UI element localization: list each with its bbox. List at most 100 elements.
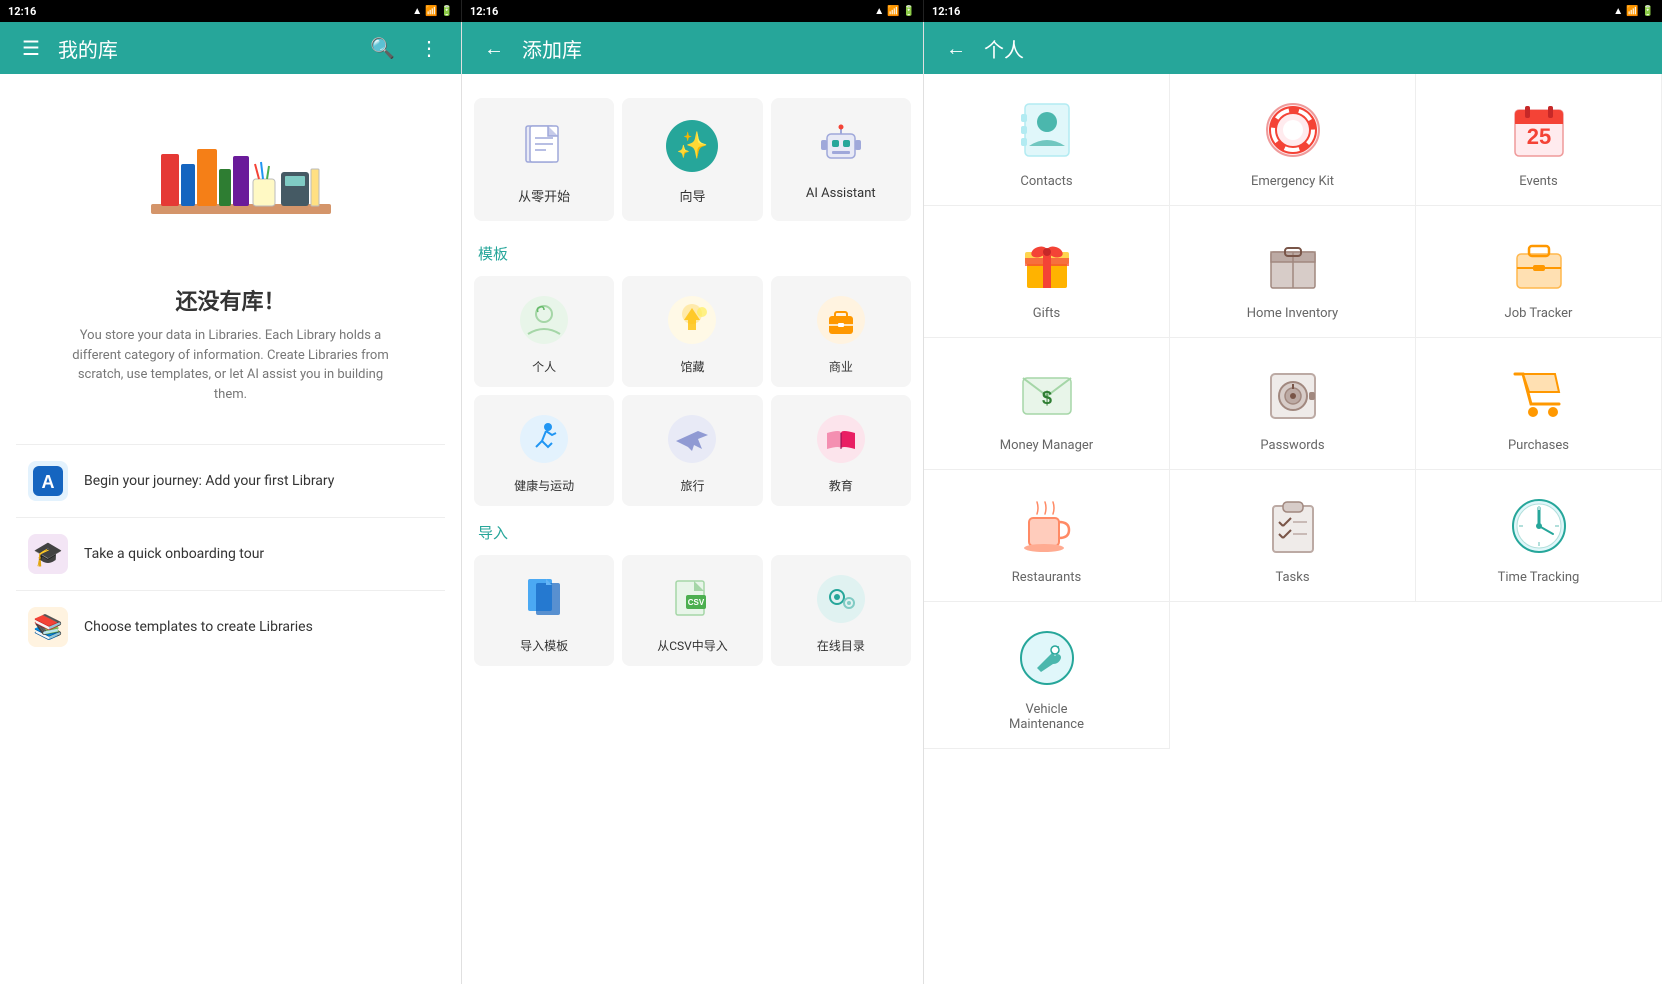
passwords-icon — [1261, 362, 1325, 426]
events-label: Events — [1519, 174, 1557, 189]
library-events[interactable]: 25 Events — [1416, 74, 1662, 206]
back-icon-panel3[interactable]: ← — [940, 30, 972, 67]
action-label-tour: Take a quick onboarding tour — [84, 546, 264, 562]
emergency-icon — [1261, 98, 1325, 162]
template-business[interactable]: 商业 — [771, 276, 911, 387]
panel2-content: 从零开始 ✨ 向导 — [462, 74, 923, 984]
status-icons-3: ▲📶🔋 — [1613, 6, 1654, 17]
business-label: 商业 — [829, 358, 853, 375]
library-tasks[interactable]: Tasks — [1170, 470, 1416, 602]
scratch-icon — [516, 118, 572, 174]
toolbar-my-library: ☰ 我的库 🔍 ⋮ — [0, 22, 461, 74]
business-icon — [813, 292, 869, 348]
template-grid: 个人 馆藏 — [462, 268, 923, 514]
back-icon-panel2[interactable]: ← — [478, 30, 510, 67]
library-purchases[interactable]: Purchases — [1416, 338, 1662, 470]
health-label: 健康与运动 — [514, 477, 574, 494]
csv-label: 从CSV中导入 — [657, 637, 728, 654]
svg-text:CSV: CSV — [688, 598, 705, 607]
empty-library-illustration — [141, 114, 321, 254]
start-from-scratch[interactable]: 从零开始 — [474, 98, 614, 221]
emergency-label: Emergency Kit — [1251, 174, 1334, 189]
more-icon[interactable]: ⋮ — [413, 30, 445, 66]
import-online[interactable]: 在线目录 — [771, 555, 911, 666]
wizard-icon: ✨ — [664, 118, 720, 174]
library-time-tracking[interactable]: Time Tracking — [1416, 470, 1662, 602]
restaurants-label: Restaurants — [1012, 570, 1081, 585]
import-template[interactable]: 导入模板 — [474, 555, 614, 666]
search-icon[interactable]: 🔍 — [364, 30, 401, 66]
contacts-icon — [1015, 98, 1079, 162]
tasks-label: Tasks — [1275, 570, 1309, 585]
gifts-label: Gifts — [1033, 306, 1061, 321]
home-inventory-label: Home Inventory — [1247, 306, 1338, 321]
start-options: 从零开始 ✨ 向导 — [462, 84, 923, 235]
library-contacts[interactable]: Contacts — [924, 74, 1170, 206]
job-tracker-label: Job Tracker — [1505, 306, 1573, 321]
import-template-icon — [516, 571, 572, 627]
time-2: 12:16 — [470, 5, 498, 18]
collection-icon — [664, 292, 720, 348]
time-3: 12:16 — [932, 5, 960, 18]
time-1: 12:16 — [8, 5, 36, 18]
template-education[interactable]: 教育 — [771, 395, 911, 506]
library-job-tracker[interactable]: Job Tracker — [1416, 206, 1662, 338]
purchases-icon — [1507, 362, 1571, 426]
import-csv[interactable]: CSV 从CSV中导入 — [622, 555, 762, 666]
online-icon — [813, 571, 869, 627]
action-onboarding-tour[interactable]: 🎓 Take a quick onboarding tour — [16, 517, 445, 590]
template-health[interactable]: 健康与运动 — [474, 395, 614, 506]
restaurants-icon — [1015, 494, 1079, 558]
gifts-icon — [1015, 230, 1079, 294]
library-gifts[interactable]: Gifts — [924, 206, 1170, 338]
travel-icon — [664, 411, 720, 467]
svg-text:$: $ — [1041, 388, 1051, 408]
action-icon-templates: 📚 — [28, 607, 68, 647]
tasks-icon — [1261, 494, 1325, 558]
contacts-label: Contacts — [1020, 174, 1072, 189]
template-personal[interactable]: 个人 — [474, 276, 614, 387]
action-icon-add: A — [28, 461, 68, 501]
action-choose-templates[interactable]: 📚 Choose templates to create Libraries — [16, 590, 445, 663]
panel3-content: Contacts Emergency Kit — [924, 74, 1662, 984]
template-collection[interactable]: 馆藏 — [622, 276, 762, 387]
library-money-manager[interactable]: $ Money Manager — [924, 338, 1170, 470]
template-section-header: 模板 — [462, 235, 923, 268]
library-restaurants[interactable]: Restaurants — [924, 470, 1170, 602]
panel3-title: 个人 — [984, 34, 1646, 63]
scratch-label: 从零开始 — [518, 186, 570, 205]
panel-my-library: ☰ 我的库 🔍 ⋮ — [0, 22, 462, 984]
no-library-desc: You store your data in Libraries. Each L… — [71, 326, 391, 404]
collection-label: 馆藏 — [680, 358, 704, 375]
education-label: 教育 — [829, 477, 853, 494]
library-grid: Contacts Emergency Kit — [924, 74, 1662, 749]
money-manager-label: Money Manager — [1000, 438, 1093, 453]
ai-label: AI Assistant — [806, 186, 876, 201]
library-emergency[interactable]: Emergency Kit — [1170, 74, 1416, 206]
toolbar-personal: ← 个人 — [924, 22, 1662, 74]
start-ai[interactable]: AI Assistant — [771, 98, 911, 221]
action-add-library[interactable]: A Begin your journey: Add your first Lib… — [16, 444, 445, 517]
travel-label: 旅行 — [680, 477, 704, 494]
panel1-title: 我的库 — [58, 34, 352, 63]
vehicle-label: Vehicle Maintenance — [1009, 702, 1084, 732]
online-label: 在线目录 — [817, 637, 865, 654]
personal-label: 个人 — [532, 358, 556, 375]
money-manager-icon: $ — [1015, 362, 1079, 426]
library-vehicle-maintenance[interactable]: Vehicle Maintenance — [924, 602, 1170, 749]
template-travel[interactable]: 旅行 — [622, 395, 762, 506]
import-template-label: 导入模板 — [520, 637, 568, 654]
action-items-list: A Begin your journey: Add your first Lib… — [16, 444, 445, 663]
job-tracker-icon — [1507, 230, 1571, 294]
action-icon-tour: 🎓 — [28, 534, 68, 574]
home-inventory-icon — [1261, 230, 1325, 294]
menu-icon[interactable]: ☰ — [16, 30, 46, 66]
no-library-title: 还没有库！ — [175, 284, 285, 316]
wizard-label: 向导 — [679, 186, 705, 205]
panel2-title: 添加库 — [522, 34, 907, 63]
library-home-inventory[interactable]: Home Inventory — [1170, 206, 1416, 338]
library-passwords[interactable]: Passwords — [1170, 338, 1416, 470]
start-wizard[interactable]: ✨ 向导 — [622, 98, 762, 221]
passwords-label: Passwords — [1260, 438, 1324, 453]
action-label-templates: Choose templates to create Libraries — [84, 619, 313, 635]
